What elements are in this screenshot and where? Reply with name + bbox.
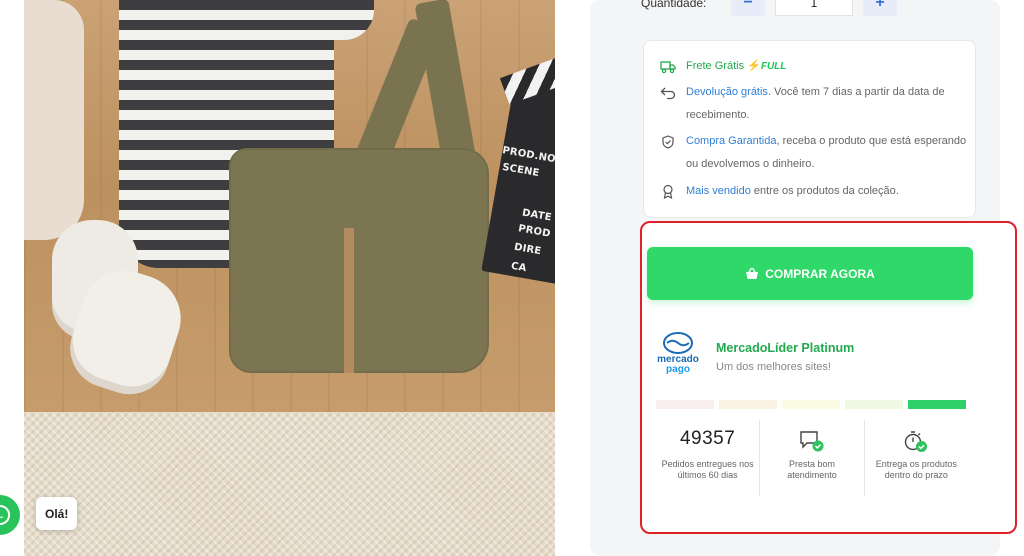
chat-check-icon bbox=[799, 428, 825, 456]
reputation-segment bbox=[908, 400, 966, 409]
blanket bbox=[24, 0, 84, 240]
free-return-link[interactable]: Devolução grátis bbox=[686, 86, 768, 98]
return-arrow-icon bbox=[660, 81, 676, 104]
guaranteed-purchase-link[interactable]: Compra Garantida bbox=[686, 135, 777, 147]
seller-reputation-subtitle: Um dos melhores sites! bbox=[716, 361, 831, 373]
seller-reputation-title: MercadoLíder Platinum bbox=[716, 341, 855, 355]
whatsapp-button[interactable] bbox=[0, 495, 20, 535]
basket-icon bbox=[746, 267, 759, 279]
bolt-icon: ⚡ bbox=[747, 60, 761, 72]
buy-now-label: COMPRAR AGORA bbox=[765, 266, 875, 281]
reputation-thermometer bbox=[656, 400, 966, 409]
product-page: PROD.NO. SCENE DATE PROD DIRE CA Olá! Qu… bbox=[0, 0, 1024, 556]
service-caption: Presta bom atendimento bbox=[787, 459, 837, 480]
medal-icon bbox=[660, 180, 676, 203]
seller-stats: 49357 Pedidos entregues nos últimos 60 d… bbox=[656, 420, 968, 496]
olive-shorts bbox=[229, 148, 489, 373]
stat-delivery: Entrega os produtos dentro do prazo bbox=[865, 420, 968, 496]
truck-icon bbox=[660, 55, 676, 78]
orders-count: 49357 bbox=[679, 428, 736, 449]
quantity-decrease-button[interactable]: − bbox=[731, 0, 765, 16]
shield-check-icon bbox=[660, 130, 676, 153]
bestseller-text: entre os produtos da coleção. bbox=[750, 185, 899, 197]
benefit-bestseller: Mais vendido entre os produtos da coleçã… bbox=[660, 180, 976, 203]
buy-now-button[interactable]: COMPRAR AGORA bbox=[647, 247, 973, 300]
timer-check-icon bbox=[903, 428, 929, 456]
quantity-input[interactable]: 1 bbox=[775, 0, 853, 16]
whatsapp-greeting[interactable]: Olá! bbox=[36, 497, 78, 530]
full-badge: FULL bbox=[760, 61, 787, 72]
benefit-returns: Devolução grátis. Você tem 7 dias a part… bbox=[660, 81, 976, 127]
quantity-stepper: Quantidade: − 1 + bbox=[641, 0, 897, 16]
product-image[interactable]: PROD.NO. SCENE DATE PROD DIRE CA bbox=[24, 0, 555, 556]
reputation-segment bbox=[782, 400, 840, 409]
benefit-guarantee: Compra Garantida, receba o produto que e… bbox=[660, 130, 976, 176]
quantity-label: Quantidade: bbox=[641, 0, 707, 10]
stat-service: Presta bom atendimento bbox=[760, 420, 865, 496]
quantity-increase-button[interactable]: + bbox=[863, 0, 897, 16]
delivery-caption: Entrega os produtos dentro do prazo bbox=[875, 459, 957, 480]
free-shipping-label: Frete Grátis bbox=[686, 60, 745, 72]
orders-caption: Pedidos entregues nos últimos 60 dias bbox=[661, 459, 754, 480]
whatsapp-icon bbox=[0, 504, 11, 525]
bestseller-link[interactable]: Mais vendido bbox=[686, 185, 751, 197]
knit-fabric-image bbox=[24, 412, 555, 556]
reputation-segment bbox=[719, 400, 777, 409]
stat-orders: 49357 Pedidos entregues nos últimos 60 d… bbox=[656, 420, 761, 496]
mercado-pago-logo-text: pago bbox=[666, 364, 690, 375]
reputation-segment bbox=[845, 400, 903, 409]
benefits-box: Frete Grátis ⚡FULL Devolução grátis. Voc… bbox=[643, 40, 976, 218]
reputation-segment bbox=[656, 400, 714, 409]
benefit-shipping: Frete Grátis ⚡FULL bbox=[660, 55, 976, 78]
